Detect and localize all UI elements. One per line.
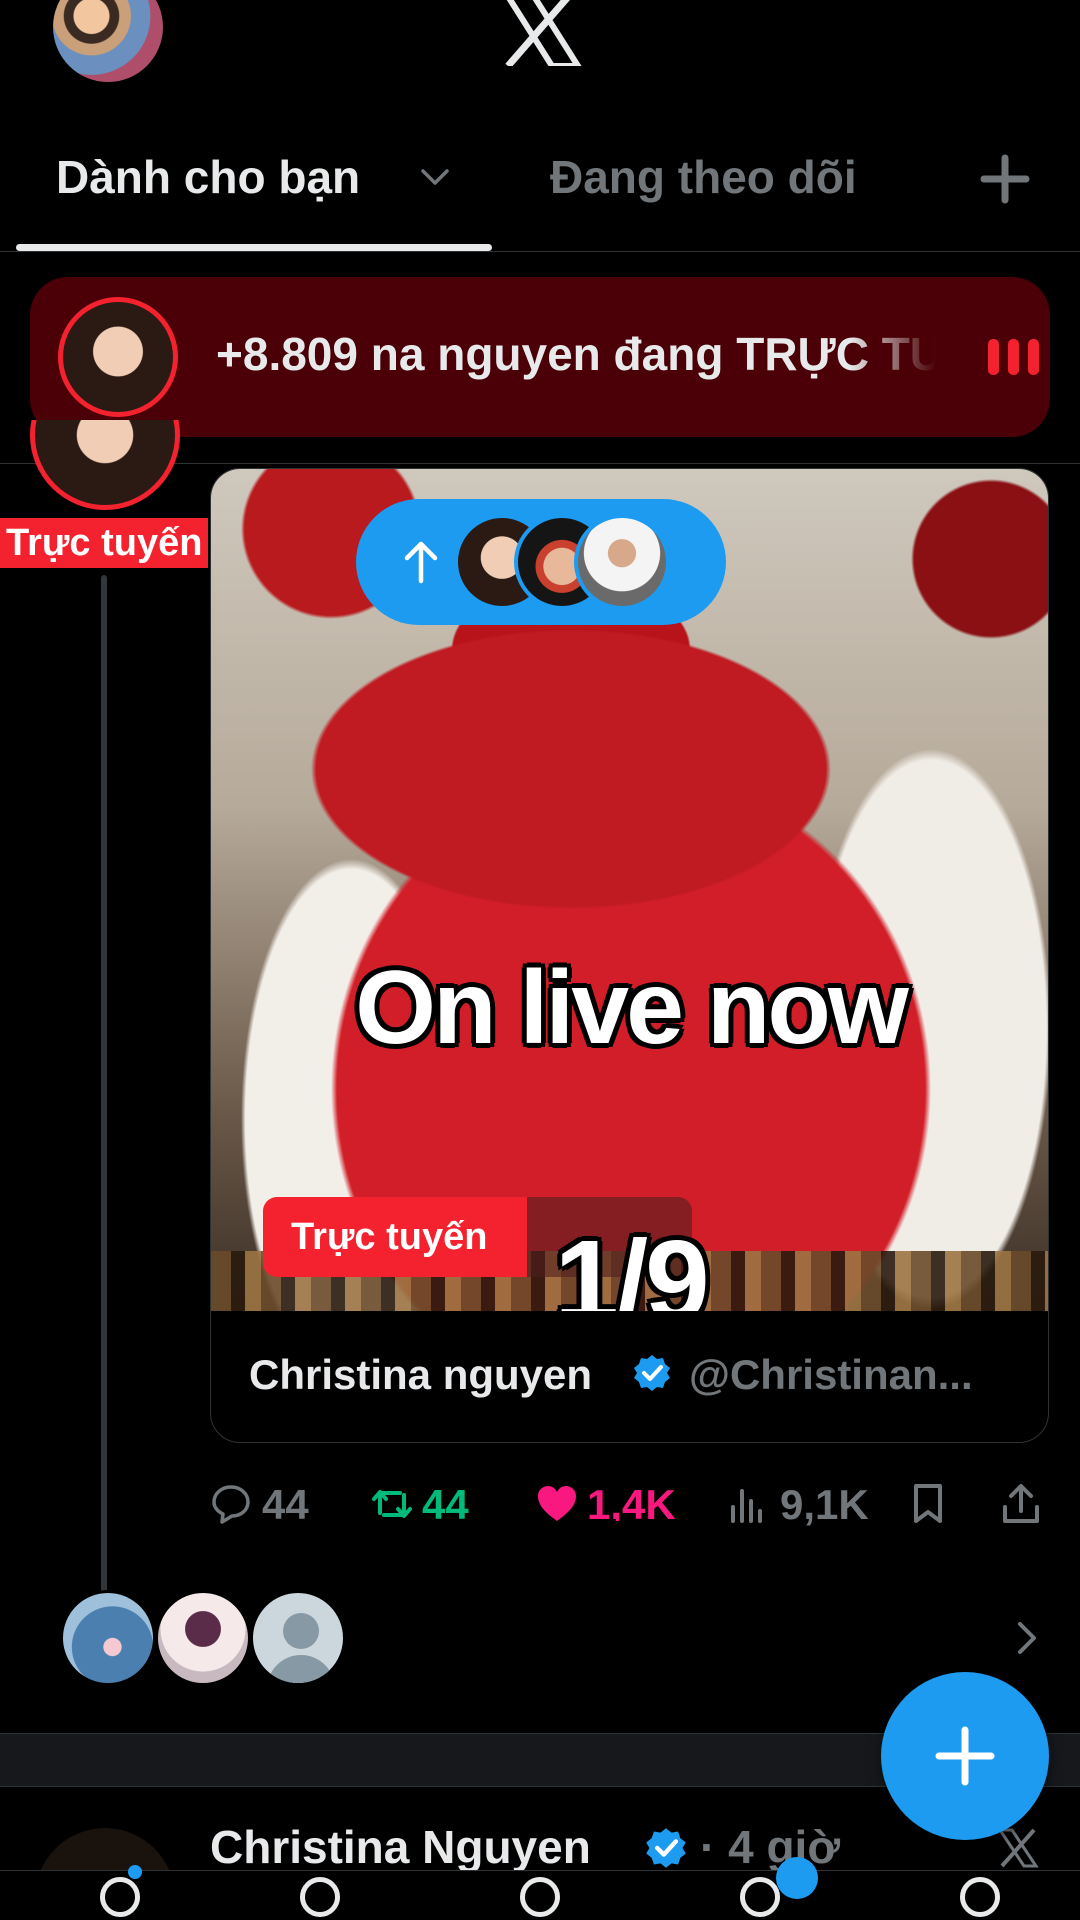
live-equalizer-icon [988,339,1040,375]
live-banner-text: +8.809 na nguyen đang TRỰC TUYẾN [216,328,936,380]
chevron-right-icon[interactable] [1015,1620,1039,1656]
card-author-name: Christina nguyen [249,1351,593,1398]
live-video-thumbnail[interactable]: On live now Trực tuyến 1/9 [211,469,1048,1311]
reply-icon [212,1485,250,1524]
avatar [155,1590,251,1686]
views-count: 9,1K [780,1481,869,1528]
live-now-banner[interactable]: +8.809 na nguyen đang TRỰC TUYẾN [30,277,1050,437]
post-actions: 44 44 1,4K 9,1K [210,1475,1060,1535]
verified-badge-icon [646,1828,686,1868]
next-post-time: · 4 giờ [700,1821,841,1873]
analytics-icon [731,1489,762,1523]
repost-icon [372,1490,412,1518]
overlay-title: On live now [355,950,909,1066]
bottom-navigation [0,1857,1080,1920]
live-card[interactable]: On live now Trực tuyến 1/9 Christina ngu… [210,468,1049,1443]
page-counter: 1/9 [554,1216,709,1311]
home-icon[interactable] [100,1877,140,1917]
post-author-avatar[interactable] [30,420,180,515]
heart-icon [538,1486,576,1521]
live-guests-pill[interactable] [356,499,726,625]
top-header [0,0,1080,100]
notification-badge [776,1857,818,1899]
mail-icon[interactable] [960,1877,1000,1917]
live-host-avatar [58,297,178,417]
verified-badge-icon [634,1355,670,1391]
like-count: 1,4K [587,1481,676,1528]
notification-dot [128,1865,142,1879]
feed-tabs: Dành cho bạn Đang theo dõi [0,120,1080,252]
profile-avatar[interactable] [53,0,163,82]
share-icon [1003,1484,1039,1523]
card-author-handle: @Christinan... [689,1351,973,1398]
repost-count: 44 [422,1481,469,1528]
grok-icon[interactable] [520,1877,560,1917]
x-logo-icon[interactable] [500,0,582,66]
x-logo-icon[interactable] [996,1826,1040,1870]
arrow-up-icon [404,541,438,584]
avatar [60,1590,156,1686]
bookmark-icon [914,1484,942,1523]
search-icon[interactable] [300,1877,340,1917]
card-author-row[interactable]: Christina nguyen @Christinan... [211,1311,1048,1442]
chevron-down-icon[interactable] [420,162,450,192]
bell-icon[interactable] [740,1877,780,1917]
plus-icon [935,1726,995,1786]
thread-line [101,575,107,1595]
default-avatar-icon [250,1590,346,1686]
reply-count: 44 [262,1481,309,1528]
compose-button[interactable] [881,1672,1049,1840]
tab-for-you[interactable]: Dành cho bạn [56,150,360,204]
live-badge: Trực tuyến [0,518,208,568]
tab-following[interactable]: Đang theo dõi [550,150,857,204]
reply-avatars[interactable] [60,1590,360,1686]
plus-icon[interactable] [980,154,1030,204]
active-tab-indicator [16,244,492,251]
next-post-author[interactable]: Christina Nguyen [210,1820,591,1874]
guest-avatar [574,514,670,610]
